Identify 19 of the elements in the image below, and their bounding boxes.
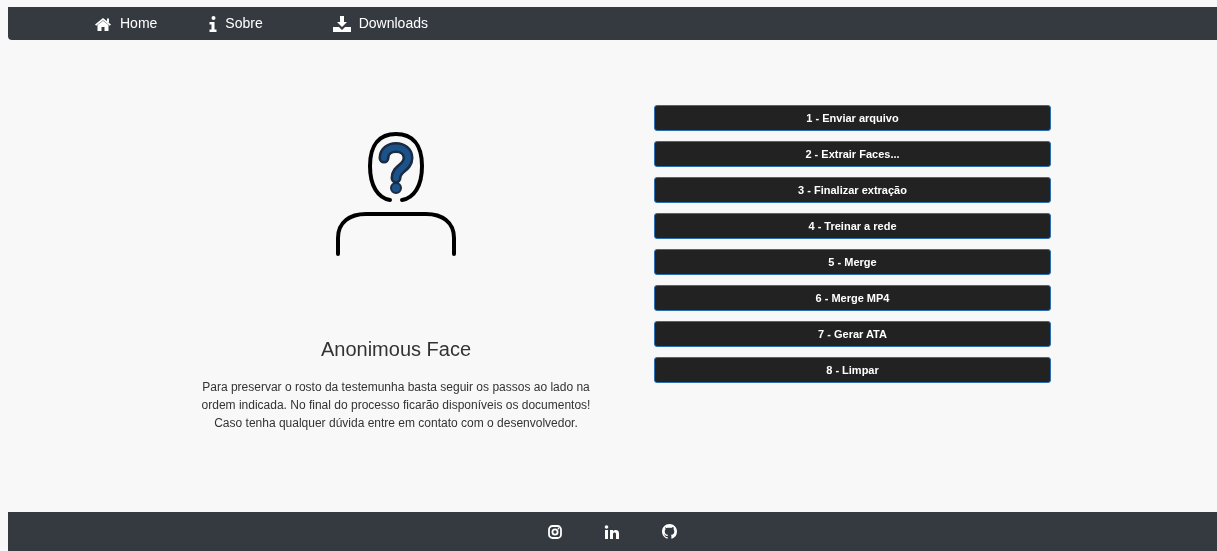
info-icon: [209, 15, 218, 32]
instagram-icon[interactable]: [548, 524, 562, 539]
github-icon[interactable]: [662, 524, 677, 539]
linkedin-icon[interactable]: [604, 524, 620, 539]
download-icon: [332, 15, 351, 32]
step-button[interactable]: 5 - Merge: [654, 249, 1051, 275]
step-button[interactable]: 2 - Extrair Faces...: [654, 141, 1051, 167]
home-icon: [94, 16, 112, 31]
step-button[interactable]: 4 - Treinar a rede: [654, 213, 1051, 239]
page-title: Anonimous Face: [320, 337, 472, 362]
step-button[interactable]: 1 - Enviar arquivo: [654, 105, 1051, 131]
step-button[interactable]: 8 - Limpar: [654, 357, 1051, 383]
nav-link[interactable]: Downloads: [332, 13, 428, 34]
step-button[interactable]: 3 - Finalizar extração: [654, 177, 1051, 203]
step-button[interactable]: 7 - Gerar ATA: [654, 321, 1051, 347]
nav-link[interactable]: Home: [94, 13, 158, 34]
description-text: Para preservar o rosto da testemunha basta seguir os passos ao lado na ordem indicada. No final do processo ficarão disponíveis os documentos! Caso tenha qualquer dúvida entre em contato com o desenvolvedor.: [200, 379, 592, 432]
step-button[interactable]: 6 - Merge MP4: [654, 285, 1051, 311]
nav-link[interactable]: Sobre: [209, 13, 263, 34]
